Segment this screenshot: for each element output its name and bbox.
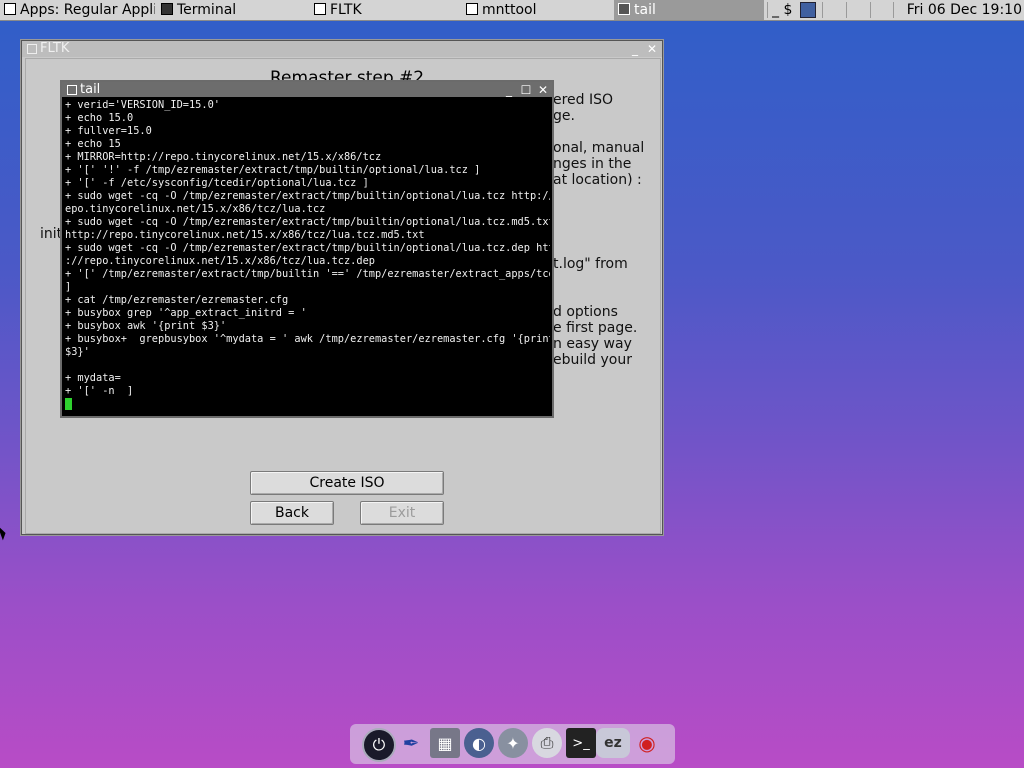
window-icon: [4, 3, 16, 15]
task-terminal[interactable]: Terminal: [157, 0, 307, 20]
taskbar: Apps: Regular Applic Terminal FLTK mntto…: [0, 0, 1024, 21]
terminal-line: + verid='VERSION_ID=15.0': [65, 99, 220, 111]
body-text-fragment: onal, manual: [553, 140, 645, 156]
terminal-line: epo.tinycorelinux.net/15.x/x86/tcz/lua.t…: [65, 203, 326, 215]
terminal-cursor: [65, 398, 72, 410]
terminal-icon[interactable]: >_: [566, 728, 596, 758]
task-label: mnttool: [482, 2, 537, 18]
body-text-fragment: nges in the: [553, 156, 632, 172]
tray-separator: [870, 2, 871, 18]
minimize-icon[interactable]: _: [628, 41, 642, 57]
terminal-line: + sudo wget -cq -O /tmp/ezremaster/extra…: [65, 190, 550, 202]
dock: ⏻ ✒ ▦ ◐ ✦ ⎙ >_ ez ◉: [350, 724, 675, 764]
close-icon[interactable]: ✕: [536, 82, 550, 98]
clock[interactable]: Fri 06 Dec 19:10: [907, 0, 1022, 20]
body-text-fragment: n easy way: [553, 336, 632, 352]
body-text-fragment: e first page.: [553, 320, 638, 336]
task-label: Terminal: [177, 2, 237, 18]
terminal-line: + cat /tmp/ezremaster/ezremaster.cfg: [65, 294, 289, 306]
tray-text: _ $: [772, 2, 793, 18]
terminal-line: $3}': [65, 346, 90, 358]
ezremaster-label: ez: [604, 735, 622, 751]
terminal-line: + MIRROR=http://repo.tinycorelinux.net/1…: [65, 151, 382, 163]
terminal-cursor-line: [65, 398, 550, 412]
tray-separator: [893, 2, 894, 18]
wifi-icon[interactable]: ◉: [632, 728, 662, 758]
body-text-fragment: d options: [553, 304, 618, 320]
terminal-line: + busybox awk '{print $3}': [65, 320, 227, 332]
tail-title: tail: [80, 82, 101, 97]
window-icon: [314, 3, 326, 15]
terminal-line: + '[' /tmp/ezremaster/extract/tmp/builti…: [65, 268, 550, 280]
tray-shell[interactable]: _ $: [772, 0, 798, 20]
terminal-line: + '[' -n ]: [65, 385, 134, 397]
terminal-line: + sudo wget -cq -O /tmp/ezremaster/extra…: [65, 216, 550, 228]
image-icon[interactable]: ▦: [430, 728, 460, 758]
task-tail[interactable]: tail: [614, 0, 764, 20]
ezremaster-icon[interactable]: ez: [596, 728, 630, 758]
task-fltk[interactable]: FLTK: [310, 0, 460, 20]
mouse-pointer-icon: [0, 523, 8, 541]
tail-titlebar[interactable]: tail _ ☐ ✕: [62, 82, 552, 97]
terminal-line: + '[' -f /etc/sysconfig/tcedir/optional/…: [65, 177, 369, 189]
body-text-fragment: t.log" from: [553, 256, 628, 272]
window-icon: [618, 3, 630, 15]
terminal-line: + sudo wget -cq -O /tmp/ezremaster/extra…: [65, 242, 550, 254]
terminal-output[interactable]: + verid='VERSION_ID=15.0' + echo 15.0 + fu…: [65, 99, 550, 414]
terminal-icon: [161, 3, 173, 15]
body-text-fragment: ge.: [553, 108, 575, 124]
terminal-line: + mydata=: [65, 372, 121, 384]
terminal-line: + busybox grep '^app_extract_initrd = ': [65, 307, 307, 319]
terminal-line: + echo 15.0: [65, 112, 134, 124]
body-text-fragment: at location) :: [553, 172, 642, 188]
fltk-title: FLTK: [40, 41, 70, 56]
apps-icon[interactable]: ◐: [464, 728, 494, 758]
tray-separator: [767, 2, 768, 18]
run-icon[interactable]: ✦: [498, 728, 528, 758]
terminal-line: ://repo.tinycorelinux.net/15.x/x86/tcz/l…: [65, 255, 375, 267]
terminal-line: + busybox+ grepbusybox '^mydata = ' awk …: [65, 333, 550, 345]
create-iso-button[interactable]: Create ISO: [250, 471, 444, 495]
window-icon: [466, 3, 478, 15]
task-apps[interactable]: Apps: Regular Applic: [0, 0, 155, 20]
task-label: FLTK: [330, 2, 362, 18]
terminal-line: + echo 15: [65, 138, 121, 150]
tail-window: tail _ ☐ ✕ + verid='VERSION_ID=15.0' + ec…: [60, 80, 554, 418]
task-label: tail: [634, 2, 656, 18]
window-icon: [27, 44, 37, 54]
exit-button: Exit: [360, 501, 444, 525]
minimize-icon[interactable]: _: [502, 82, 516, 98]
body-text-fragment: ered ISO: [553, 92, 614, 108]
close-icon[interactable]: ✕: [645, 41, 659, 57]
back-button[interactable]: Back: [250, 501, 334, 525]
fltk-titlebar[interactable]: FLTK _ ✕: [22, 41, 662, 57]
tray-separator: [822, 2, 823, 18]
window-icon: [67, 85, 77, 95]
power-icon[interactable]: ⏻: [362, 728, 396, 762]
terminal-line: ]: [65, 281, 72, 293]
terminal-line: + fullver=15.0: [65, 125, 152, 137]
workspace-1-icon[interactable]: [800, 2, 816, 18]
task-mnttool[interactable]: mnttool: [462, 0, 612, 20]
tray-separator: [846, 2, 847, 18]
maximize-icon[interactable]: ☐: [519, 82, 533, 98]
printer-icon[interactable]: ⎙: [532, 728, 562, 758]
body-text-fragment: ebuild your: [553, 352, 632, 368]
terminal-line: + '[' '!' -f /tmp/ezremaster/extract/tmp…: [65, 164, 481, 176]
terminal-line: http://repo.tinycorelinux.net/15.x/x86/t…: [65, 229, 425, 241]
pen-icon[interactable]: ✒: [396, 728, 426, 758]
task-label: Apps: Regular Applic: [20, 2, 155, 18]
